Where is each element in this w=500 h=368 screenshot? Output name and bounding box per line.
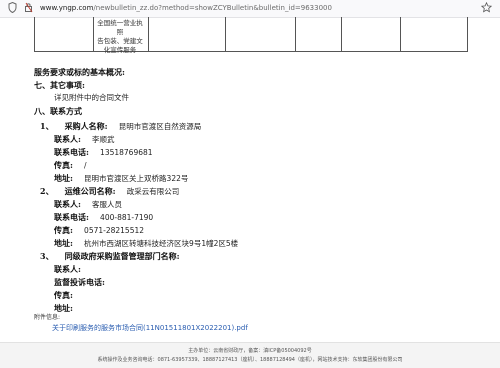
- table-divider: [400, 17, 401, 51]
- contact-label: 联系人:: [54, 264, 81, 274]
- supervisor-fax-row: 传真:: [54, 287, 73, 301]
- fax-label: 传真:: [54, 290, 73, 300]
- table-divider: [295, 17, 296, 51]
- other-matters-heading: 七、其它事项:: [34, 80, 85, 90]
- url-path: /newbulletin_zz.do?method=showZCYBulleti…: [93, 4, 332, 12]
- phone-label: 联系电话:: [54, 147, 89, 157]
- supervisor-phone-row: 监督投诉电话:: [54, 274, 105, 288]
- supervisor-heading: 3、 同级政府采购监督管理部门名称:: [40, 248, 180, 262]
- footer-line-2: 系统操作及业务咨询电话：0871-63957339、18887127413（座机…: [97, 357, 403, 363]
- table-divider: [225, 17, 226, 51]
- table-divider: [148, 17, 149, 51]
- table-divider: [341, 17, 342, 51]
- cell-line: 告包装、党建文: [97, 37, 143, 45]
- purchaser-name: 昆明市官渡区自然资源局: [118, 122, 202, 131]
- fax-label: 传真:: [54, 225, 73, 235]
- phone-value: 400-881-7190: [100, 213, 154, 222]
- site-footer: 主办单位：云南省财政厅，备案：滇ICP备05004092号 系统操作及业务咨询电…: [0, 342, 500, 368]
- purchaser-number: 1、: [40, 121, 54, 131]
- table-cell-service-name: 全国统一营业执照 告包装、党建文 化宣传服务: [97, 19, 143, 55]
- operator-name: 政采云有限公司: [126, 187, 180, 196]
- basic-overview-heading: 服务要求或标的基本概况:: [34, 67, 125, 77]
- browser-address-bar[interactable]: www.yngp.com/newbulletin_zz.do?method=sh…: [0, 0, 500, 18]
- bookmark-star-icon[interactable]: [480, 1, 493, 17]
- phone-value: 13518769681: [100, 148, 153, 157]
- url-domain: www.yngp.com: [40, 4, 94, 12]
- complaint-phone-label: 监督投诉电话:: [54, 277, 105, 287]
- address-value: 昆明市官渡区关上双桥路322号: [84, 174, 189, 183]
- supervisor-label: 同级政府采购监督管理部门名称:: [64, 251, 180, 261]
- fax-value: 0571-28215512: [84, 226, 145, 235]
- phone-label: 联系电话:: [54, 212, 89, 222]
- operator-label: 运维公司名称:: [64, 186, 116, 196]
- contact-label: 联系人:: [54, 134, 81, 144]
- cell-line: 化宣传服务: [103, 46, 137, 54]
- purchaser-label: 采购人名称:: [64, 121, 108, 131]
- contact-label: 联系人:: [54, 199, 81, 209]
- attachment-file-link[interactable]: 关于印刷服务的服务市场合同(11N01511801X2022201).pdf: [52, 322, 248, 334]
- other-matters-body: 详见附件中的合同文件: [54, 93, 129, 102]
- footer-line-1: 主办单位：云南省财政厅，备案：滇ICP备05004092号: [188, 348, 312, 354]
- lock-icon[interactable]: [24, 2, 33, 17]
- address-value: 杭州市西湖区转塘科技经济区块9号1幢2区5楼: [84, 239, 239, 248]
- contact-value: 客服人员: [92, 200, 123, 209]
- operator-number: 2、: [40, 186, 54, 196]
- procurement-table-fragment: 全国统一营业执照 告包装、党建文 化宣传服务: [34, 17, 468, 55]
- table-divider: [93, 17, 94, 51]
- supervisor-number: 3、: [40, 251, 54, 261]
- cell-line: 全国统一营业执照: [97, 19, 143, 36]
- fax-value: /: [84, 161, 87, 170]
- shield-icon[interactable]: [8, 1, 17, 17]
- contact-value: 李顺武: [92, 135, 115, 144]
- url-field[interactable]: www.yngp.com/newbulletin_zz.do?method=sh…: [40, 3, 332, 14]
- fax-label: 传真:: [54, 160, 73, 170]
- supervisor-contact-row: 联系人:: [54, 261, 81, 275]
